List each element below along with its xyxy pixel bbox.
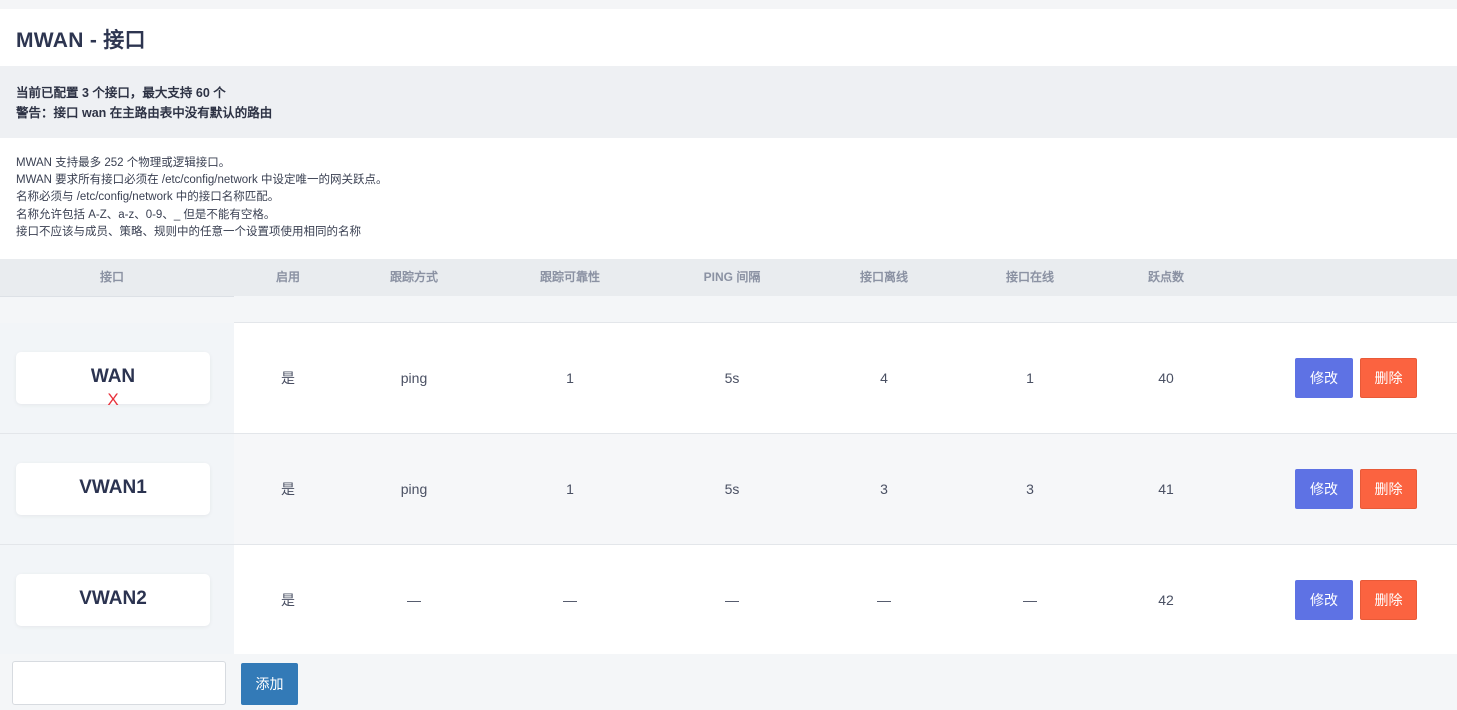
up-cell: — bbox=[1023, 592, 1037, 608]
edit-button[interactable]: 修改 bbox=[1295, 469, 1353, 509]
description-line: 接口不应该与成员、策略、规则中的任意一个设置项使用相同的名称 bbox=[16, 225, 361, 238]
offline-status-mark: X bbox=[107, 390, 119, 409]
interface-cell: WAN X bbox=[0, 323, 234, 433]
ping-interval-cell: — bbox=[725, 592, 739, 608]
ping-interval-cell: 5s bbox=[724, 481, 740, 497]
interface-count-message: 当前已配置 3 个接口，最大支持 60 个 bbox=[16, 86, 226, 100]
table-row: VWAN1 是 ping 1 5s 3 3 41 修改 删除 bbox=[0, 434, 1457, 545]
reliability-cell: 1 bbox=[566, 481, 574, 497]
reliability-cell: 1 bbox=[566, 370, 574, 386]
interface-name-card: WAN X bbox=[16, 352, 210, 409]
page-title: MWAN - 接口 bbox=[16, 29, 146, 52]
down-cell: 3 bbox=[880, 481, 888, 497]
interface-cell: VWAN2 bbox=[0, 545, 234, 655]
track-method-cell: ping bbox=[400, 370, 428, 386]
page-header: MWAN - 接口 bbox=[0, 9, 1457, 66]
interface-name: VWAN1 bbox=[79, 477, 147, 498]
table-spacer bbox=[0, 297, 1457, 322]
top-strip bbox=[0, 0, 1457, 9]
table-row: VWAN2 是 — — — — — 42 修改 删除 bbox=[0, 545, 1457, 655]
header-enabled: 启用 bbox=[275, 270, 301, 284]
ping-interval-cell: 5s bbox=[724, 370, 740, 386]
interface-name-card: VWAN2 bbox=[16, 574, 210, 626]
header-track-method: 跟踪方式 bbox=[389, 270, 439, 284]
edit-button[interactable]: 修改 bbox=[1295, 580, 1353, 620]
edit-button[interactable]: 修改 bbox=[1295, 358, 1353, 398]
interface-name: VWAN2 bbox=[79, 588, 147, 609]
up-cell: 3 bbox=[1026, 481, 1034, 497]
header-reliability: 跟踪可靠性 bbox=[539, 270, 601, 284]
metric-cell: 41 bbox=[1158, 481, 1174, 497]
metric-cell: 42 bbox=[1158, 592, 1174, 608]
status-alert: 当前已配置 3 个接口，最大支持 60 个 警告：接口 wan 在主路由表中没有… bbox=[0, 66, 1457, 138]
enabled-cell: 是 bbox=[281, 592, 295, 608]
header-up: 接口在线 bbox=[1005, 270, 1055, 284]
route-warning-message: 警告：接口 wan 在主路由表中没有默认的路由 bbox=[16, 106, 273, 120]
track-method-cell: — bbox=[407, 592, 421, 608]
table-row: WAN X 是 ping 1 5s 4 1 40 修改 删除 bbox=[0, 323, 1457, 434]
down-cell: — bbox=[877, 592, 891, 608]
header-ping-interval: PING 间隔 bbox=[703, 270, 761, 284]
interface-name: WAN bbox=[90, 366, 136, 387]
enabled-cell: 是 bbox=[281, 481, 295, 497]
down-cell: 4 bbox=[880, 370, 888, 386]
header-metric: 跃点数 bbox=[1147, 270, 1185, 284]
interface-cell: VWAN1 bbox=[0, 434, 234, 544]
description-line: MWAN 支持最多 252 个物理或逻辑接口。 bbox=[16, 157, 231, 169]
header-down: 接口离线 bbox=[859, 270, 909, 284]
description-panel: MWAN 支持最多 252 个物理或逻辑接口。 MWAN 要求所有接口必须在 /… bbox=[0, 138, 1457, 259]
description-line: 名称允许包括 A-Z、a-z、0-9、_ 但是不能有空格。 bbox=[16, 208, 276, 221]
description-line: MWAN 要求所有接口必须在 /etc/config/network 中设定唯一… bbox=[16, 174, 388, 187]
table-header: 接口 启用 跟踪方式 跟踪可靠性 PING 间隔 接口离线 接口在线 跃点数 bbox=[0, 259, 1457, 296]
enabled-cell: 是 bbox=[281, 370, 295, 386]
track-method-cell: ping bbox=[400, 481, 428, 497]
interface-name-card: VWAN1 bbox=[16, 463, 210, 515]
header-interface: 接口 bbox=[99, 270, 125, 284]
delete-button[interactable]: 删除 bbox=[1360, 469, 1417, 509]
add-button[interactable]: 添加 bbox=[241, 663, 298, 705]
new-interface-name-input[interactable] bbox=[12, 661, 226, 705]
delete-button[interactable]: 删除 bbox=[1360, 580, 1417, 620]
up-cell: 1 bbox=[1026, 370, 1034, 386]
delete-button[interactable]: 删除 bbox=[1360, 358, 1417, 398]
description-line: 名称必须与 /etc/config/network 中的接口名称匹配。 bbox=[16, 191, 280, 204]
reliability-cell: — bbox=[563, 592, 577, 608]
metric-cell: 40 bbox=[1158, 370, 1174, 386]
